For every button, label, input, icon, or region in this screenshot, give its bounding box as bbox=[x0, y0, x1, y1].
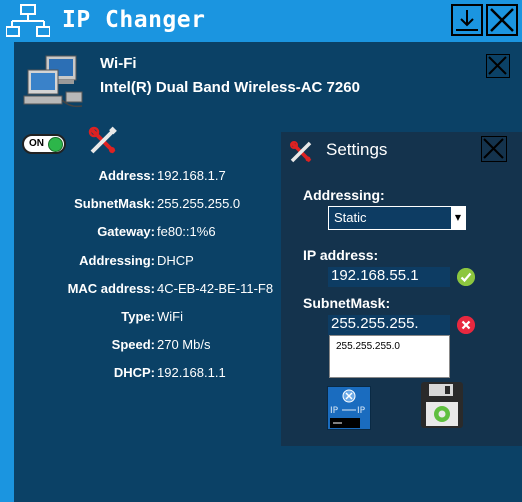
svg-text:IP: IP bbox=[330, 406, 339, 416]
save-floppy-icon bbox=[421, 382, 463, 428]
info-row-gateway: Gateway: fe80::1%6 bbox=[14, 224, 284, 244]
adapter-close-button[interactable] bbox=[486, 54, 510, 78]
toggle-knob bbox=[48, 137, 63, 152]
info-row-addressing: Addressing: DHCP bbox=[14, 253, 284, 273]
download-arrow-icon bbox=[456, 10, 478, 31]
close-icon bbox=[483, 138, 504, 159]
info-value: WiFi bbox=[157, 309, 183, 324]
adapter-panel: Wi-Fi Intel(R) Dual Band Wireless-AC 726… bbox=[14, 42, 522, 502]
info-row-type: Type: WiFi bbox=[14, 309, 284, 329]
info-key: Addressing: bbox=[79, 253, 155, 268]
ip-to-ip-icon: IP IP bbox=[330, 389, 366, 428]
info-row-dhcp: DHCP: 192.168.1.1 bbox=[14, 365, 284, 385]
valid-check-icon bbox=[457, 268, 475, 286]
minimize-to-tray-button[interactable] bbox=[451, 4, 483, 36]
subnet-suggestion-item[interactable]: 255.255.255.0 bbox=[336, 341, 400, 352]
close-app-button[interactable] bbox=[486, 4, 518, 36]
info-key: Gateway: bbox=[97, 224, 155, 239]
info-key: MAC address: bbox=[67, 281, 155, 296]
adapter-name: Intel(R) Dual Band Wireless-AC 7260 bbox=[100, 79, 360, 96]
info-value: DHCP bbox=[157, 253, 194, 268]
addressing-label: Addressing: bbox=[303, 187, 385, 203]
adapter-enable-toggle[interactable]: ON bbox=[22, 134, 66, 154]
title-bar: IP Changer bbox=[0, 0, 522, 42]
save-settings-button[interactable] bbox=[419, 380, 465, 430]
info-row-speed: Speed: 270 Mb/s bbox=[14, 337, 284, 357]
close-icon bbox=[490, 8, 514, 32]
computers-network-icon bbox=[23, 55, 83, 108]
ip-address-label: IP address: bbox=[303, 247, 379, 263]
info-row-address: Address: 192.168.1.7 bbox=[14, 168, 284, 188]
app-title: IP Changer bbox=[62, 7, 206, 33]
info-value: 4C-EB-42-BE-11-F8 bbox=[157, 281, 274, 296]
adapter-type: Wi-Fi bbox=[100, 55, 137, 72]
addressing-select[interactable]: Static ▼ bbox=[328, 206, 466, 230]
apply-ip-button[interactable]: IP IP bbox=[327, 386, 371, 430]
info-row-mac: MAC address: 4C-EB-42-BE-11-F8 bbox=[14, 281, 284, 301]
info-key: Type: bbox=[121, 309, 155, 324]
svg-text:IP: IP bbox=[357, 406, 366, 416]
settings-header: Settings bbox=[281, 132, 522, 170]
invalid-cross-icon bbox=[457, 316, 475, 334]
addressing-value: Static bbox=[334, 210, 367, 225]
info-value: fe80::1%6 bbox=[157, 224, 216, 239]
chevron-down-icon: ▼ bbox=[451, 207, 465, 229]
ip-address-input[interactable]: 192.168.55.1 bbox=[328, 267, 450, 287]
settings-tools-icon[interactable] bbox=[88, 126, 118, 156]
network-icon bbox=[6, 4, 50, 37]
settings-panel: Settings Addressing: Static ▼ IP address… bbox=[281, 132, 522, 446]
subnet-mask-input[interactable]: 255.255.255. bbox=[328, 315, 450, 335]
info-key: Speed: bbox=[111, 337, 155, 352]
settings-title: Settings bbox=[326, 140, 388, 159]
info-value: 192.168.1.1 bbox=[157, 365, 226, 380]
info-key: Address: bbox=[98, 168, 155, 183]
subnet-mask-label: SubnetMask: bbox=[303, 295, 391, 311]
info-key: DHCP: bbox=[113, 365, 155, 380]
info-value: 255.255.255.0 bbox=[157, 196, 241, 211]
settings-close-button[interactable] bbox=[481, 136, 507, 162]
close-icon bbox=[488, 56, 507, 75]
subnet-suggestion-dropdown: 255.255.255.0 bbox=[329, 335, 450, 378]
info-value: 270 Mb/s bbox=[157, 337, 211, 352]
info-row-subnetmask: SubnetMask: 255.255.255.0 bbox=[14, 196, 284, 216]
info-value: 192.168.1.7 bbox=[157, 168, 226, 183]
tools-icon bbox=[290, 141, 312, 163]
info-key: SubnetMask: bbox=[74, 196, 155, 211]
toggle-label: ON bbox=[29, 138, 44, 149]
